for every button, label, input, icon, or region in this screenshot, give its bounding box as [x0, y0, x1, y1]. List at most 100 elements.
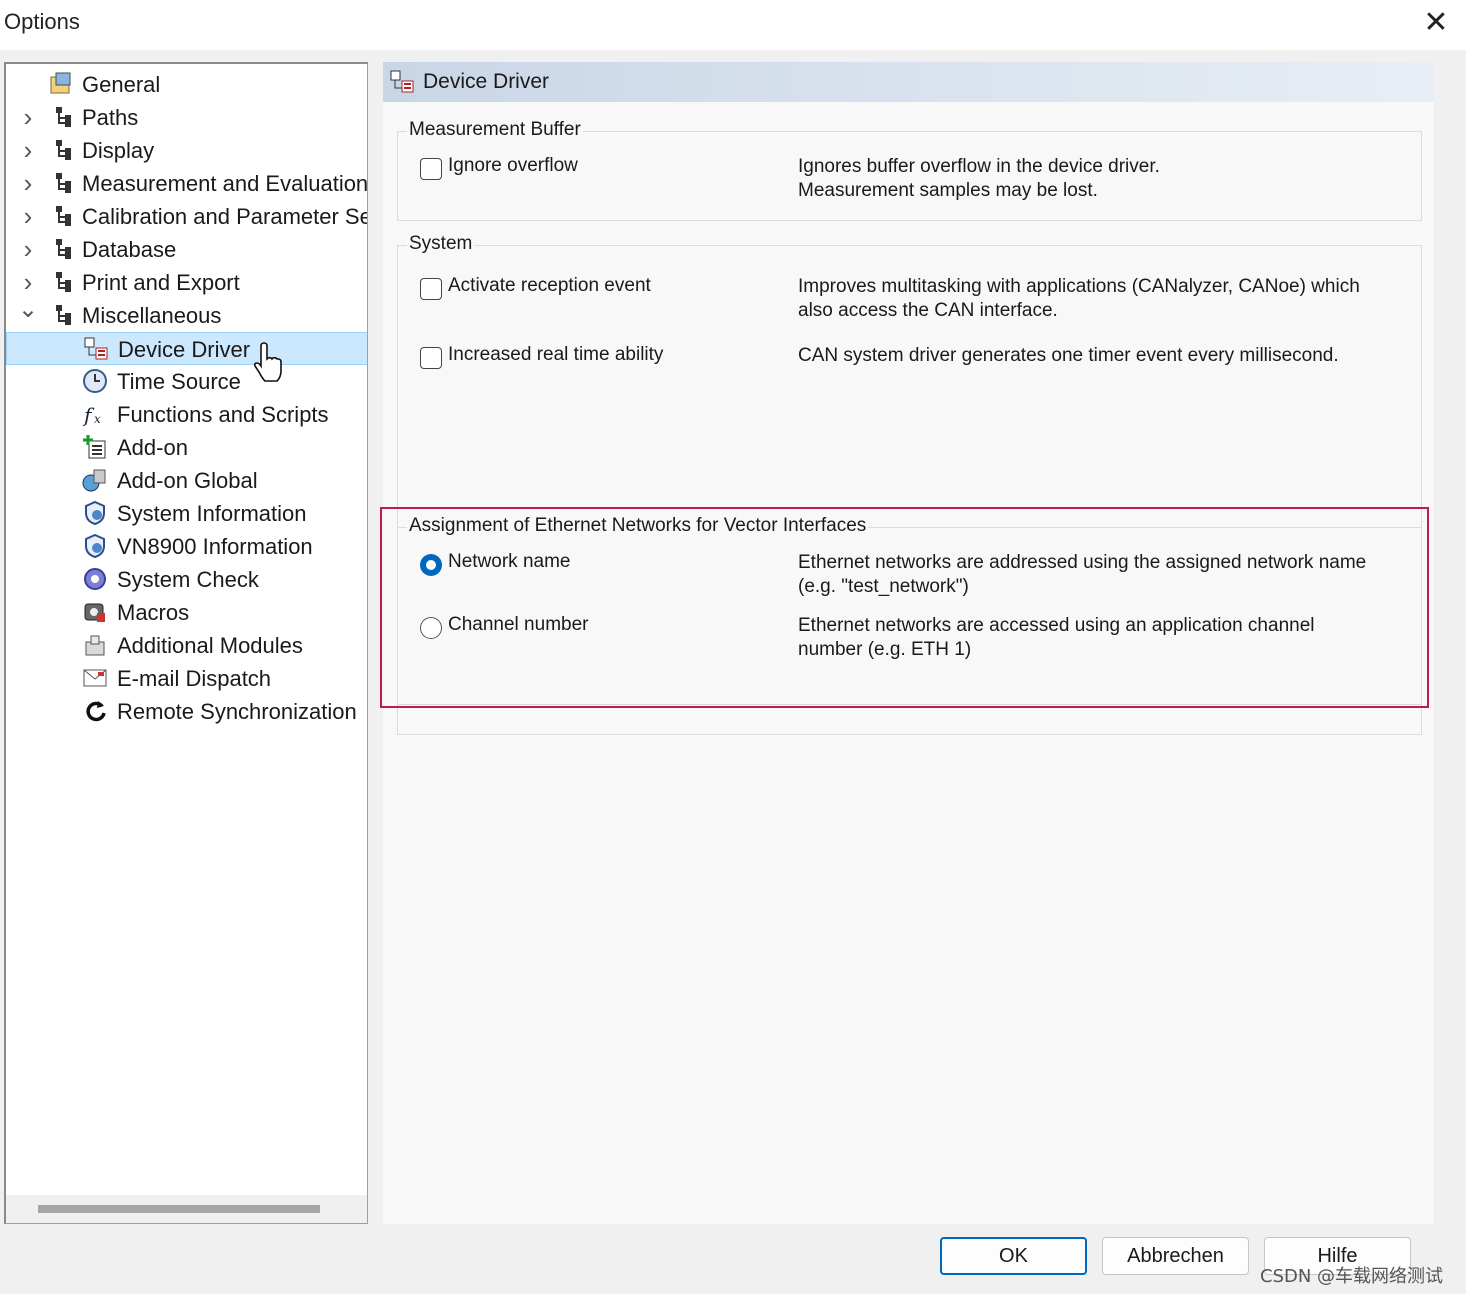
ignore-overflow-label[interactable]: Ignore overflow — [448, 155, 578, 177]
options-tree: General › Paths › Display › Measurement and Ev… — [4, 62, 368, 1224]
tree-item-database[interactable]: › Database — [6, 233, 367, 266]
realtime-ability-label[interactable]: Increased real time ability — [448, 344, 663, 366]
chevron-right-icon[interactable]: › — [18, 101, 38, 134]
reception-event-description-line2: also access the CAN interface. — [798, 300, 1058, 321]
system-group-title: System — [407, 233, 475, 255]
tree-item-print-and-export[interactable]: › Print and Export — [6, 266, 367, 299]
network-name-radio[interactable] — [420, 554, 442, 576]
tree-item-calibration-and-parameter-se[interactable]: › Calibration and Parameter Se — [6, 200, 368, 233]
tree-node-icon — [56, 140, 71, 160]
chevron-down-icon[interactable]: ⌄ — [18, 293, 38, 326]
add-on-global-icon — [82, 469, 106, 492]
tree-item-general[interactable]: General — [6, 68, 367, 101]
add-on-icon — [83, 435, 106, 459]
tree-item-additional-modules[interactable]: Additional Modules — [6, 629, 367, 662]
tree-item-paths[interactable]: › Paths — [6, 101, 367, 134]
tree-item-label: Display — [82, 138, 155, 163]
tree-item-label: Database — [82, 237, 177, 262]
title-bar: Options ✕ — [0, 0, 1466, 50]
ok-button[interactable]: OK — [940, 1237, 1087, 1275]
network-name-label[interactable]: Network name — [448, 551, 571, 573]
network-name-description-line2: (e.g. "test_network") — [798, 576, 969, 597]
ignore-overflow-description-line2: Measurement samples may be lost. — [798, 180, 1098, 201]
tree-item-label: Functions and Scripts — [117, 402, 329, 427]
tree-node-icon — [56, 305, 71, 325]
tree-item-vn8900-information[interactable]: VN8900 Information — [6, 530, 367, 563]
watermark: CSDN @车载网络测试 — [1260, 1266, 1444, 1287]
macros-icon — [84, 603, 105, 622]
tree-item-e-mail-dispatch[interactable]: E-mail Dispatch — [6, 662, 367, 695]
tree-item-add-on[interactable]: Add-on — [6, 431, 367, 464]
reception-event-checkbox[interactable] — [420, 278, 442, 300]
tree-item-label: Device Driver — [118, 337, 251, 362]
tree-item-label: General — [82, 72, 161, 97]
tree-node-icon — [56, 107, 71, 127]
close-icon[interactable]: ✕ — [1418, 6, 1454, 42]
tree-item-label: Calibration and Parameter Se — [82, 204, 368, 229]
channel-number-description-line1: Ethernet networks are accessed using an … — [798, 615, 1315, 636]
general-settings-icon — [50, 72, 71, 94]
ignore-overflow-checkbox[interactable] — [420, 158, 442, 180]
channel-number-radio[interactable] — [420, 617, 442, 639]
scrollbar-thumb[interactable] — [38, 1205, 320, 1213]
panel-title: Device Driver — [423, 70, 550, 93]
tree-item-add-on-global[interactable]: Add-on Global — [6, 464, 367, 497]
tree-node-icon — [56, 272, 71, 292]
clock-icon — [83, 369, 107, 393]
tree-item-label: System Check — [117, 567, 259, 592]
tree-item-display[interactable]: › Display — [6, 134, 367, 167]
network-name-description-line1: Ethernet networks are addressed using th… — [798, 552, 1367, 573]
tree-item-macros[interactable]: Macros — [6, 596, 367, 629]
cancel-button[interactable]: Abbrechen — [1102, 1237, 1249, 1275]
tree-node-icon — [56, 206, 71, 226]
panel-header: Device Driver — [383, 62, 1434, 102]
function-icon: fx — [82, 403, 101, 427]
chevron-right-icon[interactable]: › — [18, 134, 38, 167]
tree-item-measurement-and-evaluation[interactable]: › Measurement and Evaluation — [6, 167, 368, 200]
tree-item-label: Miscellaneous — [82, 303, 222, 328]
ethernet-assignment-title: Assignment of Ethernet Networks for Vect… — [407, 515, 869, 537]
tree-item-remote-synchronization[interactable]: Remote Synchronization — [6, 695, 367, 728]
tree-item-label: Remote Synchronization — [117, 699, 357, 724]
tree-item-label: VN8900 Information — [117, 534, 313, 559]
channel-number-description-line2: number (e.g. ETH 1) — [798, 639, 972, 660]
settings-panel: Device Driver Measurement Buffer Ignore … — [383, 62, 1434, 1224]
tree-item-label: Measurement and Evaluation — [82, 171, 368, 196]
horizontal-scrollbar[interactable] — [6, 1195, 367, 1223]
tree-item-label: System Information — [117, 501, 307, 526]
tree-item-label: Macros — [117, 600, 190, 625]
tree-node-icon — [56, 173, 71, 193]
chevron-right-icon[interactable]: › — [18, 233, 38, 266]
tree-item-system-check[interactable]: System Check — [6, 563, 367, 596]
chevron-right-icon[interactable]: › — [18, 200, 38, 233]
tree-item-label: Print and Export — [82, 270, 240, 295]
hand-cursor-icon — [253, 342, 282, 382]
tree-item-label: Time Source — [117, 369, 241, 394]
ignore-overflow-description-line1: Ignores buffer overflow in the device dr… — [798, 156, 1160, 177]
tree-item-miscellaneous[interactable]: ⌄ Miscellaneous — [6, 296, 367, 332]
tree-item-system-information[interactable]: System Information — [6, 497, 367, 530]
sync-icon — [86, 701, 106, 722]
tree-item-label: Add-on — [117, 435, 188, 460]
tree-item-label: Add-on Global — [117, 468, 258, 493]
reception-event-label[interactable]: Activate reception event — [448, 275, 651, 297]
tree-item-time-source[interactable]: Time Source — [6, 365, 367, 398]
tree-item-functions-and-scripts[interactable]: f x Functions and Scripts — [6, 398, 367, 431]
tree-item-label: E-mail Dispatch — [117, 666, 272, 691]
svg-text:x: x — [94, 412, 101, 426]
reception-event-description-line1: Improves multitasking with applications … — [798, 276, 1360, 297]
window-title: Options — [4, 9, 80, 34]
system-information-icon — [85, 500, 105, 526]
vn8900-information-icon — [85, 533, 105, 559]
realtime-ability-checkbox[interactable] — [420, 347, 442, 369]
email-icon — [83, 669, 107, 687]
tree-item-device-driver[interactable]: Device Driver — [6, 332, 367, 365]
device-driver-icon — [84, 337, 108, 360]
system-check-icon — [84, 568, 106, 590]
measurement-buffer-title: Measurement Buffer — [407, 119, 583, 141]
tree-item-label: Paths — [82, 105, 139, 130]
chevron-right-icon[interactable]: › — [18, 167, 38, 200]
tree-item-label: Additional Modules — [117, 633, 303, 658]
channel-number-label[interactable]: Channel number — [448, 614, 588, 636]
tree-node-icon — [56, 239, 71, 259]
